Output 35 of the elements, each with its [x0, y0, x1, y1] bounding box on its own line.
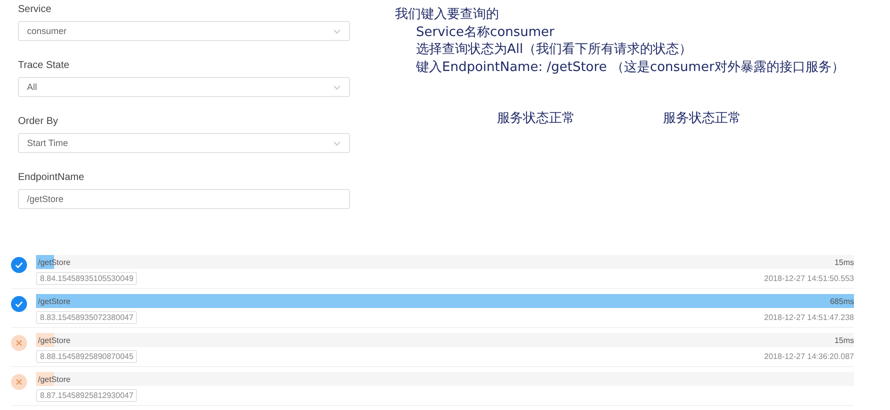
endpoint-name: /getStore	[38, 336, 70, 344]
trace-id-tag: 8.83.15458935072380047	[36, 311, 138, 324]
chevron-down-icon	[333, 84, 341, 90]
duration-text: 15ms	[834, 336, 854, 344]
duration-bar[interactable]: /getStore 15ms	[36, 255, 854, 269]
duration-bar[interactable]: /getStore	[36, 372, 854, 386]
chevron-down-icon	[333, 28, 341, 34]
duration-text: 685ms	[830, 296, 854, 306]
endpoint-name: /getStore	[38, 374, 70, 384]
annotation-text: 服务状态正常	[663, 110, 741, 127]
start-time: 2018-12-27 14:51:47.238	[764, 313, 854, 322]
duration-bar[interactable]: /getStore 15ms	[36, 333, 854, 347]
annotation-text: 键入EndpointName: /getStore （这是consumer对外暴露的接口服务）	[415, 58, 844, 76]
field-label: Service	[18, 4, 52, 15]
endpoint-name: /getStore	[38, 258, 70, 266]
trace-id-tag: 8.88.15458925890870045	[36, 350, 138, 363]
duration-text: 15ms	[834, 258, 854, 266]
field-label: Trace State	[18, 60, 70, 71]
annotation-text: 我们键入要查询的	[395, 6, 500, 24]
duration-bar[interactable]: /getStore 685ms	[36, 294, 854, 308]
start-time: 2018-12-27 14:36:20.087	[764, 352, 854, 361]
trace-id-tag: 8.84.15458935105530049	[36, 272, 138, 285]
input-field[interactable]: /getStore	[18, 189, 350, 209]
annotation-text: Service名称consumer	[415, 24, 556, 41]
trace-id-tag: 8.87.15458925812930047	[36, 389, 138, 402]
endpoint-name: /getStore	[38, 296, 70, 306]
annotation-text: 选择查询状态为All（我们看下所有请求的状态）	[415, 41, 694, 58]
select-field[interactable]: All	[18, 77, 350, 97]
start-time: 2018-12-27 14:51:50.553	[764, 274, 854, 283]
select-field[interactable]: Start Time	[18, 133, 350, 153]
select-field[interactable]: consumer	[18, 21, 350, 41]
field-label: Order By	[18, 116, 60, 127]
annotation-text: 服务状态正常	[497, 110, 575, 127]
field-label: EndpointName	[18, 172, 86, 183]
chevron-down-icon	[333, 140, 341, 146]
